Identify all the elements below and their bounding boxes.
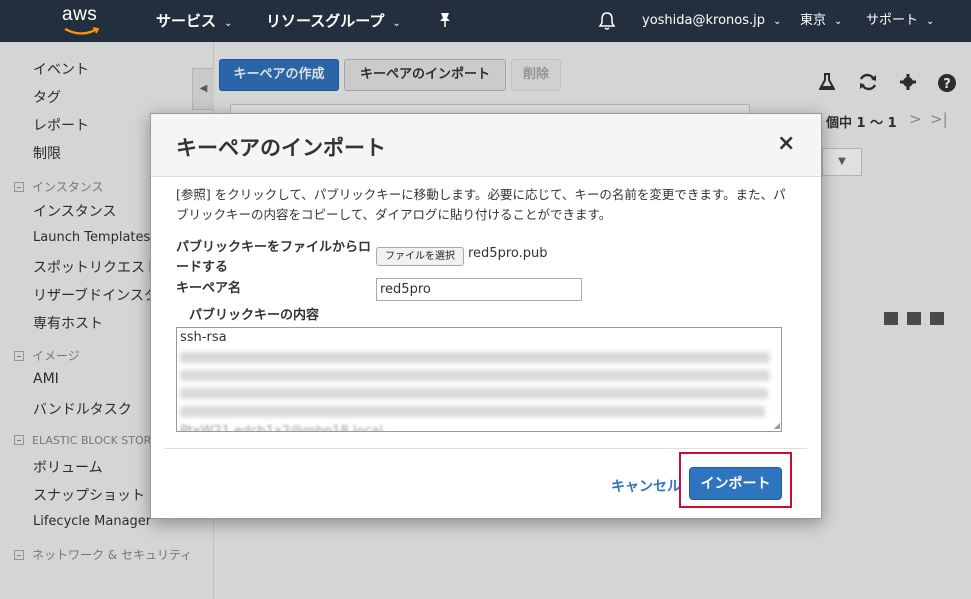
public-key-content-label: パブリックキーの内容 <box>189 308 320 323</box>
blurred-key-line <box>180 406 765 417</box>
dialog-title: キーペアのインポート <box>176 136 386 160</box>
user-label: yoshida@kronos.jp <box>642 13 765 28</box>
user-menu[interactable]: yoshida@kronos.jp ⌄ <box>642 0 781 42</box>
aws-logo[interactable]: aws <box>58 4 106 38</box>
close-icon[interactable]: × <box>777 132 795 156</box>
support-menu[interactable]: サポート ⌄ <box>866 0 934 42</box>
services-label: サービス <box>156 12 217 30</box>
dialog-footer-divider <box>165 448 807 449</box>
chevron-down-icon: ⌄ <box>834 16 843 27</box>
selected-file-name: red5pro.pub <box>468 246 548 261</box>
blurred-key-line <box>180 370 770 381</box>
aws-logo-text: aws <box>62 4 98 25</box>
key-pair-name-label: キーペア名 <box>176 281 242 296</box>
region-menu[interactable]: 東京 ⌄ <box>800 0 842 42</box>
resource-groups-menu[interactable]: リソースグループ ⌄ <box>266 0 401 42</box>
blurred-key-line <box>180 352 770 363</box>
public-key-file-label: パブリックキーをファイルからロードする <box>176 240 372 275</box>
dialog-description: [参照] をクリックして、パブリックキーに移動します。必要に応じて、キーの名前を… <box>176 187 786 222</box>
services-menu[interactable]: サービス ⌄ <box>156 0 232 42</box>
chevron-down-icon: ⌄ <box>392 18 401 29</box>
chevron-down-icon: ⌄ <box>773 16 782 27</box>
bell-icon[interactable] <box>598 11 616 31</box>
public-key-first-line: ssh-rsa <box>180 330 227 345</box>
pin-icon[interactable] <box>438 12 452 28</box>
resource-groups-label: リソースグループ <box>266 12 385 30</box>
region-label: 東京 <box>800 13 827 28</box>
key-pair-name-input[interactable]: red5pro <box>376 278 582 301</box>
public-key-content-textarea[interactable]: ssh-rsa PtxW21 edcb1x2@mbp18.local ◢ <box>176 327 782 432</box>
choose-file-button[interactable]: ファイルを選択 <box>376 247 464 266</box>
public-key-last-line: PtxW21 edcb1x2@mbp18.local <box>180 424 384 432</box>
dialog-header: キーペアのインポート × <box>151 114 821 177</box>
cancel-button[interactable]: キャンセル <box>611 476 681 496</box>
import-button-highlight <box>679 452 792 508</box>
chevron-down-icon: ⌄ <box>926 16 935 27</box>
top-navigation-bar: aws サービス ⌄ リソースグループ ⌄ yoshida@kronos.jp ⌄ 東… <box>0 0 971 42</box>
chevron-down-icon: ⌄ <box>224 18 233 29</box>
blurred-key-line <box>180 388 768 399</box>
support-label: サポート <box>866 13 919 28</box>
resize-handle-icon[interactable]: ◢ <box>774 421 780 430</box>
aws-smile-icon <box>64 27 100 35</box>
